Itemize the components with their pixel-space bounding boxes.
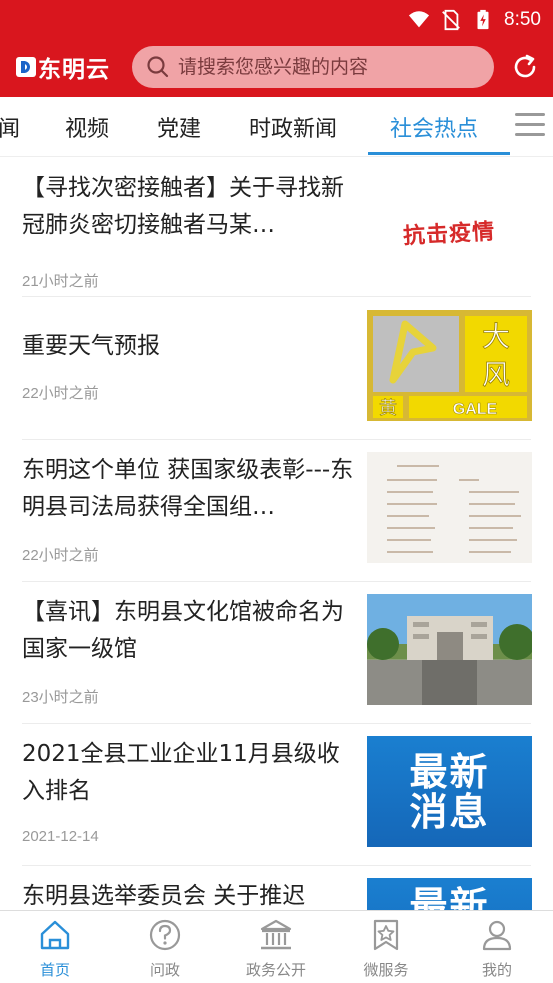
refresh-icon[interactable]	[509, 51, 541, 83]
app-header: 东明云	[0, 40, 553, 94]
status-bar: 8:50	[408, 6, 541, 34]
thumbnail-text: 最新	[409, 749, 490, 794]
search-bar[interactable]	[132, 46, 494, 88]
divider	[22, 439, 531, 440]
star-bookmark-icon	[373, 919, 399, 951]
logo-mark-icon	[16, 57, 36, 77]
app-logo[interactable]: 东明云	[16, 50, 110, 84]
news-time: 21小时之前	[22, 273, 99, 290]
tab-party-building[interactable]: 党建	[157, 111, 201, 143]
thumbnail-text: 消息	[409, 789, 490, 834]
news-title: 2021全县工业企业11月县级收入排名	[22, 741, 340, 804]
search-input[interactable]	[178, 56, 478, 78]
tab-video[interactable]: 视频	[65, 111, 109, 143]
news-title: 【寻找次密接触者】关于寻找新冠肺炎密切接触者马某…	[22, 175, 344, 238]
nav-label: 政务公开	[245, 961, 306, 979]
news-time: 23小时之前	[22, 689, 99, 706]
nav-label: 问政	[149, 961, 180, 979]
government-building-icon	[260, 919, 292, 950]
wifi-icon	[408, 11, 430, 28]
list-item[interactable]: 【寻找次密接触者】关于寻找新冠肺炎密切接触者马某… 21小时之前 抗击疫情	[22, 170, 532, 295]
thumbnail-text: 最新	[409, 884, 490, 910]
list-item[interactable]: 东明县选举委员会 关于推迟 最新	[22, 878, 532, 910]
category-tabs: 闻 视频 党建 时政新闻 社会热点	[0, 97, 553, 157]
tab-social-hotspot[interactable]: 社会热点	[390, 111, 478, 143]
news-list: 【寻找次密接触者】关于寻找新冠肺炎密切接触者马某… 21小时之前 抗击疫情 重要…	[0, 158, 553, 910]
bottom-nav: 首页 问政 政务公开 微服务 我的	[0, 910, 553, 983]
news-time: 2021-12-14	[22, 828, 99, 845]
news-title: 东明这个单位 获国家级表彰---东明县司法局获得全国组…	[22, 457, 354, 520]
top-bar: 8:50 东明云	[0, 0, 553, 97]
nav-home[interactable]: 首页	[0, 917, 110, 980]
nav-profile[interactable]: 我的	[442, 917, 552, 980]
thumbnail-text: GALE	[453, 401, 498, 418]
active-tab-indicator	[368, 152, 510, 155]
no-sim-icon	[442, 9, 460, 31]
tab-news[interactable]: 闻	[0, 111, 20, 143]
search-icon	[147, 56, 169, 78]
tab-politics-news[interactable]: 时政新闻	[249, 111, 337, 143]
nav-inquiry[interactable]: 问政	[110, 917, 220, 980]
divider	[22, 723, 531, 724]
news-thumbnail	[367, 594, 532, 705]
nav-micro-service[interactable]: 微服务	[331, 917, 441, 980]
news-title: 东明县选举委员会 关于推迟	[22, 883, 306, 909]
divider	[22, 581, 531, 582]
news-title: 重要天气预报	[22, 333, 160, 359]
nav-government-affairs[interactable]: 政务公开	[221, 917, 331, 980]
news-time: 22小时之前	[22, 547, 99, 564]
status-time: 8:50	[504, 9, 541, 30]
thumbnail-text: 大	[482, 320, 510, 353]
document-image	[367, 452, 532, 563]
news-thumbnail: 抗击疫情	[367, 176, 532, 287]
list-item[interactable]: 【喜讯】东明县文化馆被命名为国家一级馆 23小时之前	[22, 594, 532, 719]
news-time: 22小时之前	[22, 385, 99, 402]
news-thumbnail: 大 风 黄 GALE	[367, 310, 532, 421]
home-icon	[40, 920, 70, 950]
list-item[interactable]: 东明这个单位 获国家级表彰---东明县司法局获得全国组… 22小时之前	[22, 452, 532, 577]
list-item[interactable]: 重要天气预报 22小时之前 大 风 黄 GALE	[22, 310, 532, 435]
building-photo	[367, 594, 532, 705]
question-icon	[149, 919, 181, 951]
nav-label: 微服务	[363, 961, 409, 979]
news-thumbnail	[367, 452, 532, 563]
thumbnail-text: 风	[482, 358, 510, 391]
divider	[22, 865, 531, 866]
thumbnail-text: 抗击疫情	[402, 218, 497, 249]
news-thumbnail: 最新	[367, 878, 532, 910]
news-thumbnail: 最新 消息	[367, 736, 532, 847]
menu-icon[interactable]	[515, 113, 545, 137]
logo-text: 东明云	[38, 56, 110, 83]
user-icon	[482, 920, 512, 951]
battery-charging-icon	[477, 9, 489, 30]
thumbnail-text: 黄	[379, 398, 397, 419]
nav-label: 首页	[39, 961, 70, 979]
list-item[interactable]: 2021全县工业企业11月县级收入排名 2021-12-14 最新 消息	[22, 736, 532, 861]
nav-label: 我的	[481, 961, 512, 979]
news-title: 【喜讯】东明县文化馆被命名为国家一级馆	[22, 599, 344, 662]
divider	[22, 296, 531, 297]
weather-warning-graphic: 大 风 黄 GALE	[367, 310, 532, 421]
